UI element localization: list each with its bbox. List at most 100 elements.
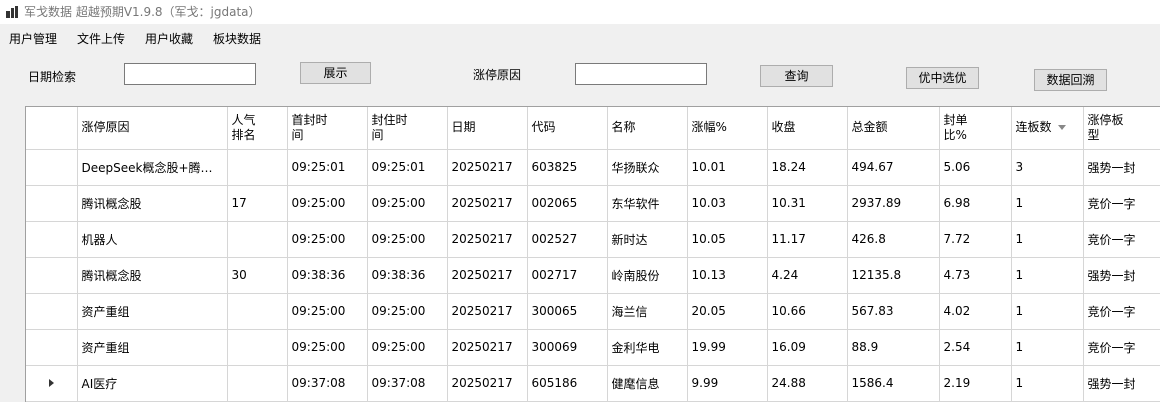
cell-limit-board-type[interactable]: 竞价一字 [1083,185,1160,222]
cell-first-seal-time[interactable]: 09:25:00 [287,329,368,366]
column-header-total-amount[interactable]: 总金额 [847,107,940,150]
column-header-consecutive-boards[interactable]: 连板数 [1011,107,1084,150]
cell-seal-ratio[interactable]: 5.06 [939,149,1012,186]
cell-date[interactable]: 20250217 [447,329,528,366]
cell-seal-ratio[interactable]: 4.73 [939,257,1012,294]
cell-sealed-time[interactable]: 09:25:00 [367,221,448,258]
cell-first-seal-time[interactable]: 09:25:00 [287,293,368,330]
column-header-first-seal-time[interactable]: 首封时间 [287,107,368,150]
cell-change-pct[interactable]: 10.13 [687,257,768,294]
column-header-seal-ratio[interactable]: 封单 比% [939,107,1012,150]
cell-date[interactable]: 20250217 [447,257,528,294]
cell-code[interactable]: 603825 [527,149,608,186]
cell-first-seal-time[interactable]: 09:37:08 [287,365,368,402]
cell-seal-ratio[interactable]: 2.19 [939,365,1012,402]
cell-popularity-rank[interactable] [227,329,288,366]
cell-sealed-time[interactable]: 09:25:00 [367,329,448,366]
cell-popularity-rank[interactable] [227,149,288,186]
query-button[interactable]: 查询 [760,65,833,87]
cell-total-amount[interactable]: 494.67 [847,149,940,186]
limit-reason-input[interactable] [575,63,707,85]
row-header-corner[interactable] [26,107,78,150]
column-header-name[interactable]: 名称 [607,107,688,150]
row-header[interactable] [26,293,78,330]
cell-close[interactable]: 10.66 [767,293,848,330]
row-header[interactable] [26,149,78,186]
cell-popularity-rank[interactable] [227,293,288,330]
cell-consecutive-boards[interactable]: 1 [1011,185,1084,222]
cell-first-seal-time[interactable]: 09:25:00 [287,185,368,222]
cell-total-amount[interactable]: 426.8 [847,221,940,258]
cell-popularity-rank[interactable]: 30 [227,257,288,294]
cell-sealed-time[interactable]: 09:25:00 [367,293,448,330]
cell-change-pct[interactable]: 20.05 [687,293,768,330]
cell-seal-ratio[interactable]: 7.72 [939,221,1012,258]
row-header[interactable] [26,257,78,294]
cell-change-pct[interactable]: 10.05 [687,221,768,258]
column-header-change-pct[interactable]: 涨幅% [687,107,768,150]
cell-limit-reason[interactable]: AI医疗 [77,365,228,402]
table-row[interactable]: DeepSeek概念股+腾讯... 09:25:01 09:25:01 2025021… [26,149,1160,186]
cell-code[interactable]: 002717 [527,257,608,294]
date-search-input[interactable] [124,63,256,85]
table-row[interactable]: 资产重组 09:25:00 09:25:00 20250217 300069 金利华电 19… [26,329,1160,366]
cell-consecutive-boards[interactable]: 1 [1011,293,1084,330]
row-header[interactable] [26,185,78,222]
cell-first-seal-time[interactable]: 09:25:00 [287,221,368,258]
cell-seal-ratio[interactable]: 4.02 [939,293,1012,330]
menu-sector-data[interactable]: 板块数据 [213,28,261,50]
cell-name[interactable]: 海兰信 [607,293,688,330]
cell-first-seal-time[interactable]: 09:38:36 [287,257,368,294]
cell-seal-ratio[interactable]: 2.54 [939,329,1012,366]
cell-total-amount[interactable]: 12135.8 [847,257,940,294]
show-button[interactable]: 展示 [300,62,371,84]
menu-user-favorites[interactable]: 用户收藏 [145,28,193,50]
cell-date[interactable]: 20250217 [447,221,528,258]
cell-popularity-rank[interactable] [227,365,288,402]
cell-name[interactable]: 东华软件 [607,185,688,222]
cell-name[interactable]: 华扬联众 [607,149,688,186]
cell-popularity-rank[interactable] [227,221,288,258]
pick-best-button[interactable]: 优中选优 [906,67,979,89]
cell-total-amount[interactable]: 1586.4 [847,365,940,402]
cell-limit-board-type[interactable]: 强势一封 [1083,257,1160,294]
column-header-sealed-time[interactable]: 封住时间 [367,107,448,150]
cell-code[interactable]: 300065 [527,293,608,330]
cell-limit-board-type[interactable]: 竞价一字 [1083,293,1160,330]
cell-code[interactable]: 605186 [527,365,608,402]
column-header-date[interactable]: 日期 [447,107,528,150]
cell-total-amount[interactable]: 2937.89 [847,185,940,222]
cell-limit-reason[interactable]: DeepSeek概念股+腾讯... [77,149,228,186]
cell-limit-board-type[interactable]: 竞价一字 [1083,329,1160,366]
cell-popularity-rank[interactable]: 17 [227,185,288,222]
cell-date[interactable]: 20250217 [447,185,528,222]
cell-consecutive-boards[interactable]: 3 [1011,149,1084,186]
cell-sealed-time[interactable]: 09:25:01 [367,149,448,186]
cell-close[interactable]: 11.17 [767,221,848,258]
menu-file-upload[interactable]: 文件上传 [77,28,125,50]
cell-name[interactable]: 金利华电 [607,329,688,366]
cell-name[interactable]: 健麾信息 [607,365,688,402]
cell-consecutive-boards[interactable]: 1 [1011,257,1084,294]
cell-consecutive-boards[interactable]: 1 [1011,365,1084,402]
cell-code[interactable]: 300069 [527,329,608,366]
cell-first-seal-time[interactable]: 09:25:01 [287,149,368,186]
cell-close[interactable]: 18.24 [767,149,848,186]
cell-close[interactable]: 16.09 [767,329,848,366]
data-backtrack-button[interactable]: 数据回溯 [1034,69,1107,91]
cell-consecutive-boards[interactable]: 1 [1011,221,1084,258]
cell-limit-board-type[interactable]: 竞价一字 [1083,221,1160,258]
cell-limit-reason[interactable]: 机器人 [77,221,228,258]
cell-close[interactable]: 4.24 [767,257,848,294]
table-row[interactable]: 腾讯概念股 17 09:25:00 09:25:00 20250217 002065 东华软… [26,185,1160,222]
cell-date[interactable]: 20250217 [447,293,528,330]
column-header-limit-reason[interactable]: 涨停原因 [77,107,228,150]
cell-change-pct[interactable]: 10.03 [687,185,768,222]
cell-sealed-time[interactable]: 09:25:00 [367,185,448,222]
cell-change-pct[interactable]: 19.99 [687,329,768,366]
cell-limit-board-type[interactable]: 强势一封 [1083,365,1160,402]
cell-change-pct[interactable]: 10.01 [687,149,768,186]
cell-code[interactable]: 002065 [527,185,608,222]
cell-change-pct[interactable]: 9.99 [687,365,768,402]
cell-limit-reason[interactable]: 资产重组 [77,293,228,330]
